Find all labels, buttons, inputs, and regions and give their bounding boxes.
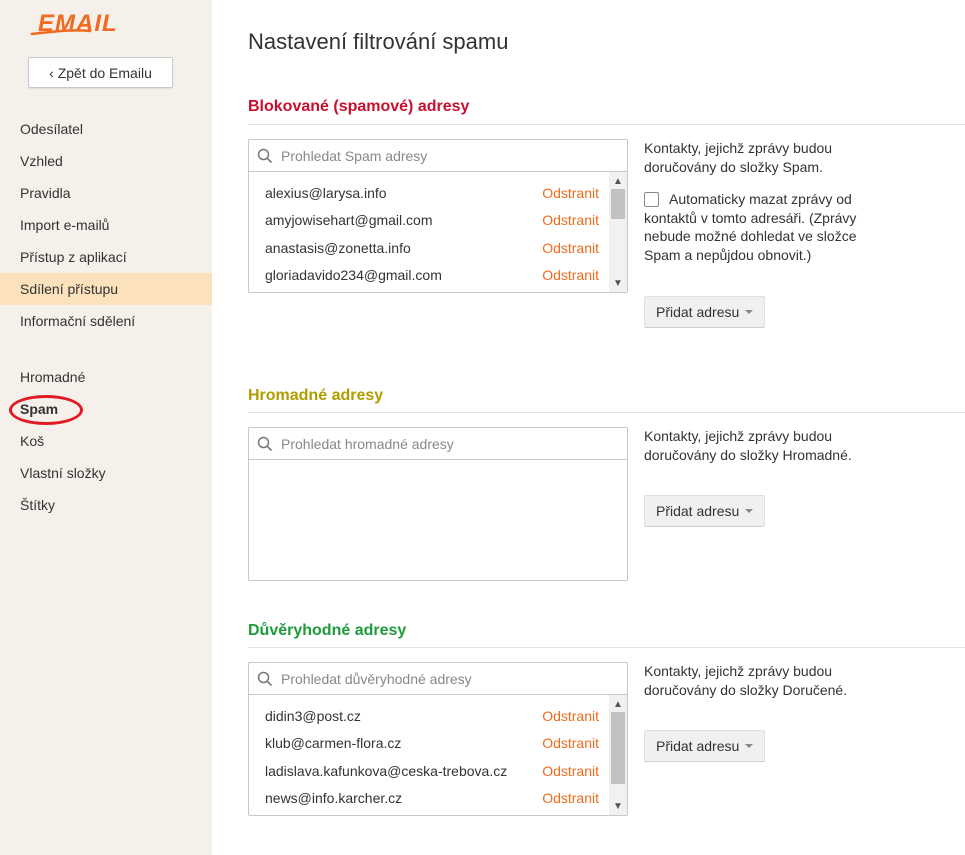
- search-icon: [257, 671, 273, 686]
- blocked-address-list: alexius@larysa.info Odstranit amyjowiseha…: [248, 139, 628, 293]
- blocked-rows: alexius@larysa.info Odstranit amyjowiseha…: [249, 172, 627, 292]
- main-content: Nastavení filtrování spamu Blokované (sp…: [212, 0, 965, 855]
- nav-item-pristup-z-aplikaci[interactable]: Přístup z aplikací: [0, 241, 212, 273]
- trusted-search: [249, 663, 627, 695]
- address-text: anastasis@zonetta.info: [265, 239, 411, 256]
- caret-down-icon: [745, 744, 754, 748]
- nav-spacer: [0, 337, 212, 361]
- add-bulk-address-button[interactable]: Přidat adresu: [644, 495, 765, 527]
- auto-delete-checkbox[interactable]: [644, 192, 659, 207]
- search-icon: [257, 436, 273, 451]
- blocked-section-title: Blokované (spamové) adresy: [248, 98, 470, 115]
- nav-item-informacni-sdeleni[interactable]: Informační sdělení: [0, 305, 212, 337]
- logo-text: EMAIL: [38, 10, 118, 37]
- scroll-thumb[interactable]: [611, 712, 625, 784]
- remove-link[interactable]: Odstranit: [542, 763, 599, 779]
- scroll-down-icon[interactable]: ▼: [609, 799, 627, 813]
- trusted-search-input[interactable]: [281, 670, 611, 687]
- nav-item-stitky[interactable]: Štítky: [0, 489, 212, 521]
- bulk-divider: [248, 412, 965, 413]
- blocked-description: Kontakty, jejichž zprávy budou doručován…: [644, 140, 833, 175]
- add-button-label: Přidat adresu: [656, 738, 740, 754]
- remove-link[interactable]: Odstranit: [542, 790, 599, 806]
- search-icon: [257, 148, 273, 163]
- scroll-up-icon[interactable]: ▲: [609, 174, 627, 188]
- table-row: alexius@larysa.info Odstranit: [249, 179, 627, 207]
- email-logo[interactable]: EMAIL: [30, 7, 160, 43]
- table-row: didin3@post.cz Odstranit: [249, 702, 627, 730]
- settings-nav: Odesílatel Vzhled Pravidla Import e-mail…: [0, 113, 212, 521]
- table-row: klub@carmen-flora.cz Odstranit: [249, 730, 627, 758]
- scroll-thumb[interactable]: [611, 189, 625, 219]
- trusted-description: Kontakty, jejichž zprávy budou doručován…: [644, 663, 848, 698]
- address-text: didin3@post.cz: [265, 707, 361, 724]
- remove-link[interactable]: Odstranit: [542, 735, 599, 751]
- bulk-search: [249, 428, 627, 460]
- nav-item-pravidla[interactable]: Pravidla: [0, 177, 212, 209]
- trusted-divider: [248, 647, 965, 648]
- address-text: news@info.karcher.cz: [265, 790, 403, 807]
- add-blocked-address-button[interactable]: Přidat adresu: [644, 296, 765, 328]
- add-button-label: Přidat adresu: [656, 503, 740, 519]
- bulk-search-input[interactable]: [281, 435, 611, 452]
- blocked-scrollbar[interactable]: ▲ ▼: [609, 172, 627, 292]
- table-row: ladislava.kafunkova@ceska-trebova.cz Odst…: [249, 757, 627, 785]
- auto-delete-label: Automaticky mazat zprávy od kontaktů v t…: [644, 191, 857, 263]
- blocked-divider: [248, 124, 965, 125]
- remove-link[interactable]: Odstranit: [542, 240, 599, 256]
- add-button-label: Přidat adresu: [656, 304, 740, 320]
- nav-item-sdileni-pristupu[interactable]: Sdílení přístupu: [0, 273, 212, 305]
- table-row: news@info.karcher.cz Odstranit: [249, 785, 627, 813]
- auto-delete-option: Automaticky mazat zprávy od kontaktů v t…: [644, 190, 864, 264]
- remove-link[interactable]: Odstranit: [542, 708, 599, 724]
- nav-item-hromadne[interactable]: Hromadné: [0, 361, 212, 393]
- nav-item-vlastni-slozky[interactable]: Vlastní složky: [0, 457, 212, 489]
- back-to-email-button[interactable]: ‹ Zpět do Emailu: [28, 57, 173, 88]
- bulk-description: Kontakty, jejichž zprávy budou doručován…: [644, 428, 852, 463]
- address-text: ladislava.kafunkova@ceska-trebova.cz: [265, 762, 508, 779]
- remove-link[interactable]: Odstranit: [542, 185, 599, 201]
- scroll-down-icon[interactable]: ▼: [609, 276, 627, 290]
- scroll-up-icon[interactable]: ▲: [609, 697, 627, 711]
- bulk-address-list: [248, 427, 628, 581]
- table-row: amyjowisehart@gmail.com Odstranit: [249, 207, 627, 235]
- nav-item-spam[interactable]: Spam: [0, 393, 212, 425]
- nav-item-odesilatel[interactable]: Odesílatel: [0, 113, 212, 145]
- nav-item-import[interactable]: Import e-mailů: [0, 209, 212, 241]
- address-text: amyjowisehart@gmail.com: [265, 212, 433, 229]
- address-text: klub@carmen-flora.cz: [265, 735, 402, 752]
- remove-link[interactable]: Odstranit: [542, 212, 599, 228]
- caret-down-icon: [745, 509, 754, 513]
- remove-link[interactable]: Odstranit: [542, 267, 599, 283]
- table-row: gloriadavido234@gmail.com Odstranit: [249, 262, 627, 290]
- page-title: Nastavení filtrování spamu: [248, 29, 509, 54]
- blocked-search-input[interactable]: [281, 147, 611, 164]
- address-text: gloriadavido234@gmail.com: [265, 267, 442, 284]
- trusted-scrollbar[interactable]: ▲ ▼: [609, 695, 627, 815]
- trusted-section-title: Důvěryhodné adresy: [248, 622, 407, 639]
- caret-down-icon: [745, 310, 754, 314]
- address-text: alexius@larysa.info: [265, 184, 387, 201]
- nav-item-vzhled[interactable]: Vzhled: [0, 145, 212, 177]
- sidebar: EMAIL ‹ Zpět do Emailu Odesílatel Vzhled…: [0, 0, 212, 855]
- add-trusted-address-button[interactable]: Přidat adresu: [644, 730, 765, 762]
- trusted-rows: didin3@post.cz Odstranit klub@carmen-flor…: [249, 695, 627, 815]
- bulk-section-title: Hromadné adresy: [248, 387, 384, 404]
- blocked-search: [249, 140, 627, 172]
- nav-item-kos[interactable]: Koš: [0, 425, 212, 457]
- table-row: anastasis@zonetta.info Odstranit: [249, 234, 627, 262]
- trusted-address-list: didin3@post.cz Odstranit klub@carmen-flor…: [248, 662, 628, 816]
